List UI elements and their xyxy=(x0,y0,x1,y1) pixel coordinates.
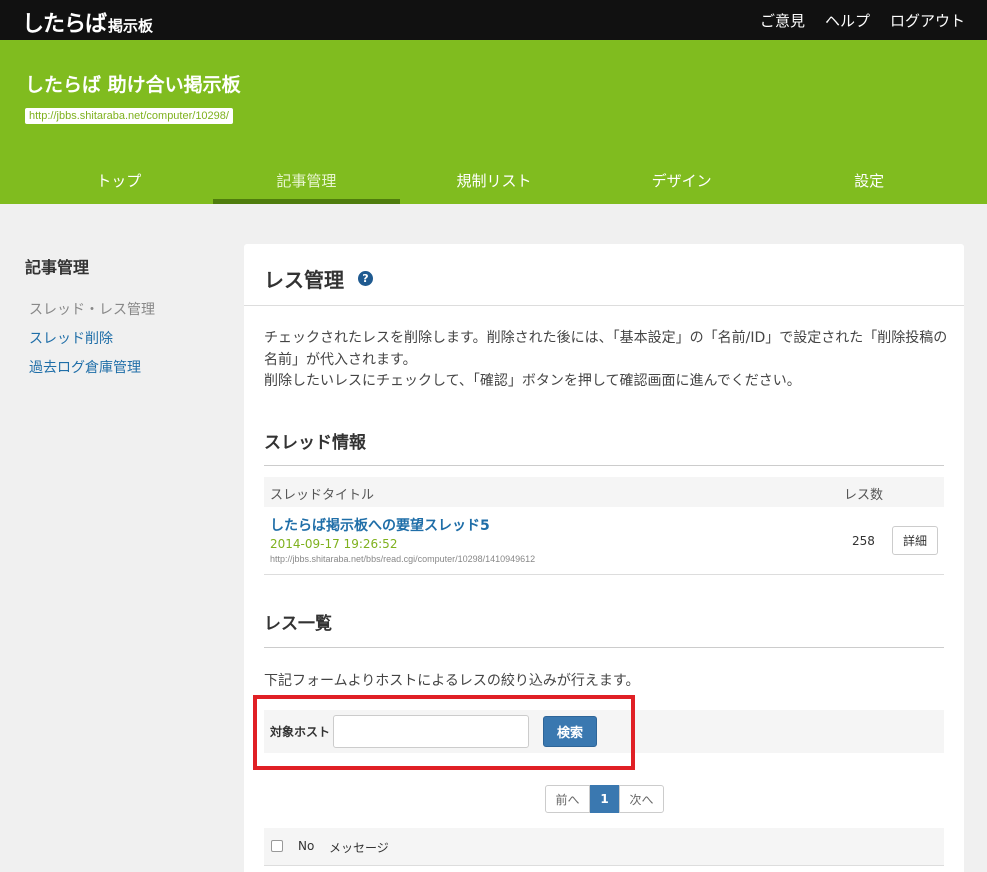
thread-date: 2014-09-17 19:26:52 xyxy=(270,537,398,551)
res-table-header: No メッセージ xyxy=(264,828,944,866)
board-title: したらば 助け合い掲示板 xyxy=(25,74,241,96)
thread-table-header: スレッドタイトル レス数 xyxy=(264,477,944,507)
sidebar-item-thread-delete[interactable]: スレッド削除 xyxy=(25,325,225,354)
pagination: 前へ 1 次へ xyxy=(545,785,664,813)
table-row: したらば掲示板への要望スレッド5 2014-09-17 19:26:52 htt… xyxy=(264,507,944,575)
feedback-link[interactable]: ご意見 xyxy=(760,10,805,31)
logo-main-text: したらば xyxy=(22,12,107,37)
logo-sub-text: 掲示板 xyxy=(108,17,154,35)
sidebar-item-archive-management[interactable]: 過去ログ倉庫管理 xyxy=(25,354,225,383)
prev-page-button[interactable]: 前へ xyxy=(545,785,590,813)
select-all-checkbox[interactable] xyxy=(271,840,283,852)
filter-description: 下記フォームよりホストによるレスの絞り込みが行えます。 xyxy=(264,673,640,689)
thread-info-divider xyxy=(264,465,944,466)
thread-info-heading: スレッド情報 xyxy=(264,433,366,453)
description-line-1: チェックされたレスを削除します。削除された後には、「基本設定」の「名前/ID」で… xyxy=(264,330,948,368)
tab-design[interactable]: デザイン xyxy=(588,158,776,204)
next-page-button[interactable]: 次へ xyxy=(619,785,664,813)
col-res-count: レス数 xyxy=(844,488,884,503)
sidebar: 記事管理 スレッド・レス管理 スレッド削除 過去ログ倉庫管理 xyxy=(25,254,225,383)
res-list-divider xyxy=(264,647,944,648)
detail-button[interactable]: 詳細 xyxy=(892,526,938,555)
main-nav: トップ 記事管理 規制リスト デザイン 設定 xyxy=(25,158,963,204)
page-1-button[interactable]: 1 xyxy=(590,785,619,813)
sidebar-item-thread-res-management[interactable]: スレッド・レス管理 xyxy=(25,296,225,325)
top-bar: したらば 掲示板 ご意見 ヘルプ ログアウト xyxy=(0,0,987,40)
page-title: レス管理 ? xyxy=(264,264,373,293)
col-no: No xyxy=(298,839,315,853)
description: チェックされたレスを削除します。削除された後には、「基本設定」の「名前/ID」で… xyxy=(264,328,954,393)
res-list-heading: レス一覧 xyxy=(264,614,332,634)
board-url[interactable]: http://jbbs.shitaraba.net/computer/10298… xyxy=(25,108,233,124)
help-icon[interactable]: ? xyxy=(358,271,373,286)
main-panel: レス管理 ? チェックされたレスを削除します。削除された後には、「基本設定」の「… xyxy=(244,244,964,872)
board-header: したらば 助け合い掲示板 http://jbbs.shitaraba.net/c… xyxy=(0,40,987,204)
top-links: ご意見 ヘルプ ログアウト xyxy=(760,10,965,31)
tab-settings[interactable]: 設定 xyxy=(775,158,963,204)
tab-article-management[interactable]: 記事管理 xyxy=(212,158,401,204)
title-divider xyxy=(244,305,964,306)
description-line-2: 削除したいレスにチェックして、「確認」ボタンを押して確認画面に進んでください。 xyxy=(264,373,801,389)
sidebar-title: 記事管理 xyxy=(25,258,90,277)
thread-url: http://jbbs.shitaraba.net/bbs/read.cgi/c… xyxy=(270,554,536,564)
res-count: 258 xyxy=(852,534,875,548)
col-message: メッセージ xyxy=(329,841,389,855)
col-thread-title: スレッドタイトル xyxy=(270,488,375,503)
logout-link[interactable]: ログアウト xyxy=(890,10,965,31)
tab-restriction-list[interactable]: 規制リスト xyxy=(400,158,588,204)
thread-title-link[interactable]: したらば掲示板への要望スレッド5 xyxy=(270,515,490,535)
highlight-annotation xyxy=(253,695,635,770)
site-logo[interactable]: したらば 掲示板 xyxy=(22,6,153,38)
help-link[interactable]: ヘルプ xyxy=(825,10,870,31)
tab-top[interactable]: トップ xyxy=(25,158,213,204)
page-title-text: レス管理 xyxy=(264,268,344,292)
